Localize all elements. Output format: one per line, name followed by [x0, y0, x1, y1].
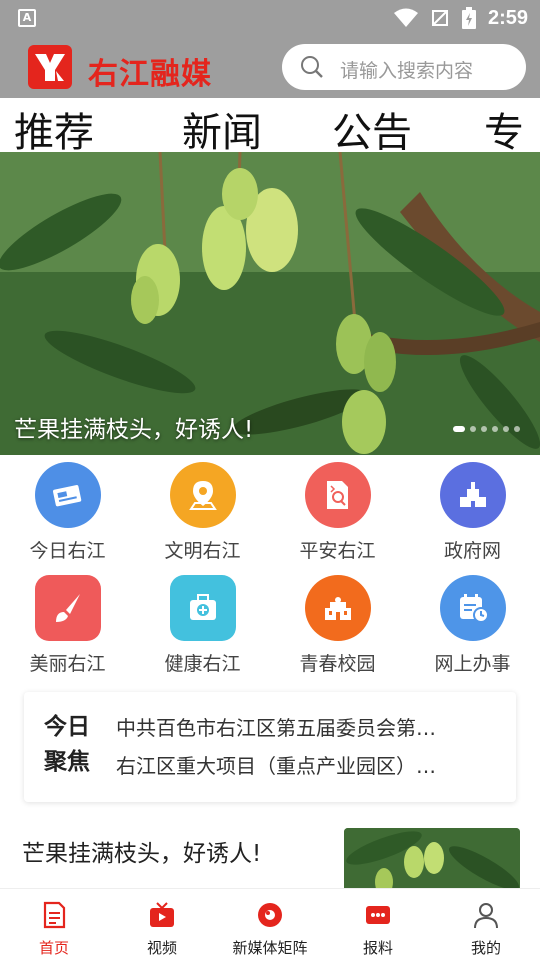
- grid-item-label: 文明右江: [164, 540, 241, 562]
- carousel-dot: [514, 426, 520, 432]
- paintbrush-icon: [35, 575, 101, 641]
- nav-report[interactable]: 报料: [324, 889, 432, 960]
- wifi-icon: [393, 8, 418, 27]
- nav-label: 报料: [362, 939, 393, 957]
- grid-item-label: 今日右江: [29, 540, 106, 562]
- focus-tag: 今日 聚焦: [44, 710, 90, 780]
- report-icon: [366, 906, 390, 924]
- nav-video[interactable]: 视频: [108, 889, 216, 960]
- banner-carousel[interactable]: 芒果挂满枝头，好诱人!: [0, 152, 540, 455]
- tab-topics[interactable]: 专题: [484, 106, 540, 152]
- search-icon: [301, 56, 323, 78]
- category-tabs: 推荐 新闻 公告 专题: [0, 98, 540, 152]
- battery-icon: [461, 7, 476, 29]
- grid-item-online-services[interactable]: 网上办事: [405, 573, 540, 683]
- logo-y-icon: [35, 54, 65, 81]
- news-list-item[interactable]: 芒果挂满枝头，好诱人!: [0, 816, 540, 888]
- notification-icon: A: [18, 9, 36, 27]
- grid-item-youth-campus[interactable]: 青春校园: [270, 573, 405, 683]
- user-icon: [474, 903, 498, 929]
- tab-announcement[interactable]: 公告: [332, 106, 412, 152]
- grid-item-civilized-youjiang[interactable]: 文明右江: [135, 460, 270, 570]
- focus-headline[interactable]: 中共百色市右江区第五届委员会第…: [116, 712, 476, 741]
- carousel-indicator: [453, 426, 520, 432]
- medical-kit-icon: [170, 575, 236, 641]
- grid-item-label: 健康右江: [164, 653, 241, 675]
- location-pin-icon: [170, 462, 236, 528]
- tab-news[interactable]: 新闻: [182, 106, 262, 152]
- focus-headline[interactable]: 右江区重大项目（重点产业园区）…: [116, 750, 476, 779]
- grid-item-label: 青春校园: [299, 653, 376, 675]
- nav-home[interactable]: 首页: [0, 889, 108, 960]
- focus-tag-line: 聚焦: [44, 749, 90, 775]
- nav-label: 新媒体矩阵: [232, 939, 308, 957]
- nav-profile[interactable]: 我的: [432, 889, 540, 960]
- grid-item-government[interactable]: 政府网: [405, 460, 540, 570]
- bottom-navigation: 首页 视频 新媒体矩阵 报料 我的: [0, 888, 540, 960]
- app-logo: [28, 45, 72, 89]
- status-bar: A 2:59: [0, 0, 540, 36]
- tv-icon: [150, 902, 174, 927]
- carousel-dot: [481, 426, 487, 432]
- search-bar[interactable]: 请输入搜索内容: [282, 44, 526, 90]
- carousel-dot: [470, 426, 476, 432]
- focus-tag-line: 今日: [44, 714, 90, 740]
- carousel-dot: [492, 426, 498, 432]
- nav-label: 首页: [38, 939, 69, 957]
- grid-item-label: 政府网: [443, 540, 501, 562]
- grid-item-beautiful-youjiang[interactable]: 美丽右江: [0, 573, 135, 683]
- news-thumbnail: [344, 828, 520, 888]
- calendar-clock-icon: [440, 575, 506, 641]
- brand-name: 右江融媒: [88, 57, 212, 92]
- grid-item-label: 网上办事: [434, 653, 511, 675]
- newspaper-icon: [35, 462, 101, 528]
- tab-recommend[interactable]: 推荐: [14, 106, 94, 152]
- grid-item-today-youjiang[interactable]: 今日右江: [0, 460, 135, 570]
- grid-item-label: 美丽右江: [29, 653, 106, 675]
- nav-label: 我的: [470, 939, 501, 957]
- media-circle-icon: [258, 903, 282, 927]
- government-building-icon: [440, 462, 506, 528]
- no-signal-icon: [431, 10, 448, 26]
- grid-item-healthy-youjiang[interactable]: 健康右江: [135, 573, 270, 683]
- carousel-dot: [503, 426, 509, 432]
- clock: 2:59: [487, 6, 528, 29]
- app-header: 右江融媒 请输入搜索内容: [0, 36, 540, 98]
- home-doc-icon: [43, 901, 66, 929]
- nav-label: 视频: [146, 939, 177, 957]
- grid-item-safe-youjiang[interactable]: 平安右江: [270, 460, 405, 570]
- banner-caption: 芒果挂满枝头，好诱人!: [14, 417, 254, 443]
- today-focus-card[interactable]: 今日 聚焦 中共百色市右江区第五届委员会第… 右江区重大项目（重点产业园区）…: [24, 692, 516, 802]
- document-search-icon: [305, 462, 371, 528]
- grid-item-label: 平安右江: [299, 540, 376, 562]
- carousel-dot: [453, 426, 465, 432]
- school-icon: [305, 575, 371, 641]
- news-title: 芒果挂满枝头，好诱人!: [22, 841, 262, 867]
- search-placeholder: 请输入搜索内容: [340, 60, 474, 82]
- nav-media-matrix[interactable]: 新媒体矩阵: [216, 889, 324, 960]
